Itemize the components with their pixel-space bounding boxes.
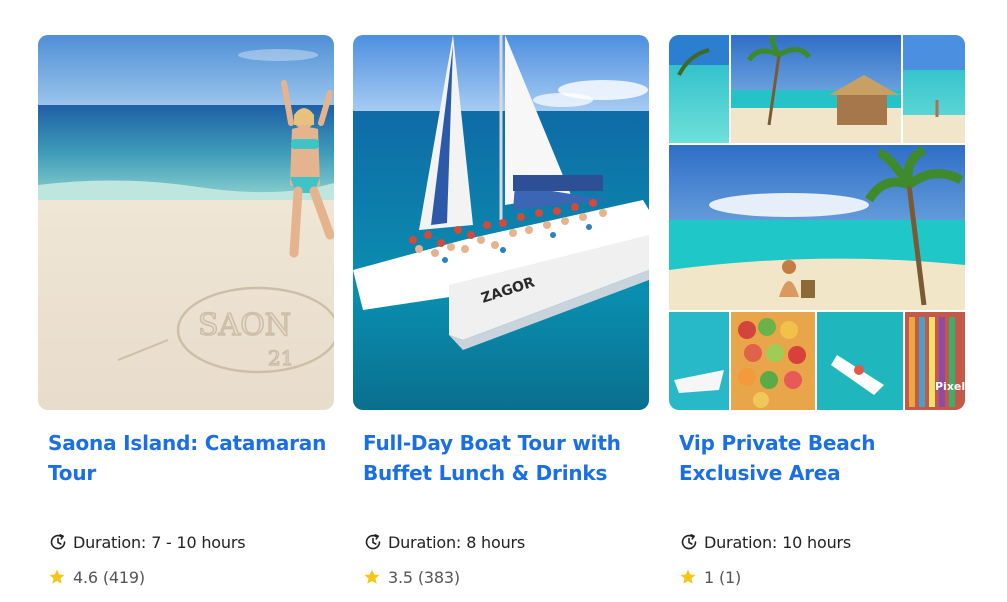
review-count: (383) xyxy=(417,567,460,587)
tour-title[interactable]: Saona Island: Catamaran Tour xyxy=(48,428,328,488)
clock-refresh-icon xyxy=(681,534,697,550)
tour-card[interactable]: Pixel Vip Private Beach Exclusive Area D… xyxy=(669,35,965,595)
beach-collage-photo: Pixel xyxy=(669,35,965,410)
star-icon xyxy=(680,569,696,584)
tour-card[interactable]: ZAGOR Full-Day Boat Tour with Buffet Lun… xyxy=(353,35,649,595)
duration-value: 10 hours xyxy=(782,532,852,552)
clock-refresh-icon xyxy=(365,534,381,550)
duration-label: Duration: xyxy=(704,532,778,552)
duration-label: Duration: xyxy=(73,532,147,552)
rating-row: 1 (1) xyxy=(679,566,741,588)
duration-value: 7 - 10 hours xyxy=(151,532,246,552)
tour-card[interactable]: SAON 21 Saona Island: Catamaran Tour Dur… xyxy=(38,35,334,595)
review-count: (419) xyxy=(102,567,145,587)
duration-row: Duration: 10 hours xyxy=(679,531,851,553)
rating-row: 4.6 (419) xyxy=(48,566,145,588)
star-icon xyxy=(364,569,380,584)
tour-title[interactable]: Full-Day Boat Tour with Buffet Lunch & D… xyxy=(363,428,643,488)
beach-photo: SAON 21 xyxy=(38,35,334,410)
svg-text:SAON: SAON xyxy=(198,308,291,343)
duration-value: 8 hours xyxy=(466,532,526,552)
rating-row: 3.5 (383) xyxy=(363,566,460,588)
rating-value: 4.6 xyxy=(73,567,98,587)
tour-image[interactable]: SAON 21 xyxy=(38,35,334,410)
duration-row: Duration: 7 - 10 hours xyxy=(48,531,246,553)
duration-row: Duration: 8 hours xyxy=(363,531,525,553)
clock-refresh-icon xyxy=(50,534,66,550)
review-count: (1) xyxy=(718,567,742,587)
tour-image[interactable]: Pixel xyxy=(669,35,965,410)
svg-text:21: 21 xyxy=(268,346,293,370)
watermark-text: Pixel xyxy=(935,380,965,393)
tour-title[interactable]: Vip Private Beach Exclusive Area xyxy=(679,428,959,488)
catamaran-photo: ZAGOR xyxy=(353,35,649,410)
duration-label: Duration: xyxy=(388,532,462,552)
tour-card-list: SAON 21 Saona Island: Catamaran Tour Dur… xyxy=(38,35,965,595)
rating-value: 1 xyxy=(704,567,714,587)
rating-value: 3.5 xyxy=(388,567,413,587)
tour-image[interactable]: ZAGOR xyxy=(353,35,649,410)
star-icon xyxy=(49,569,65,584)
